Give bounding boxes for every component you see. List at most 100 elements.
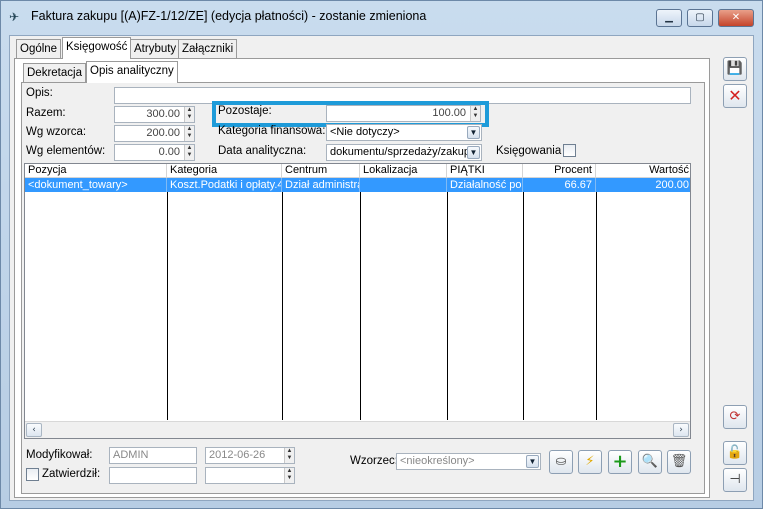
delete-button[interactable]: 🗑	[667, 450, 691, 474]
bucket-icon: ⛀	[555, 454, 567, 469]
chevron-down-icon[interactable]: ▼	[467, 126, 480, 139]
modyfikowal-user-field: ADMIN	[109, 447, 197, 464]
pozostaje-spin-arrows[interactable]: ▲ ▼	[470, 106, 480, 121]
close-window-button[interactable]: ✕	[718, 9, 754, 27]
scroll-left-icon[interactable]: ‹	[26, 423, 42, 437]
wg-elementow-spin-arrows[interactable]: ▲ ▼	[184, 145, 194, 160]
kategoria-select[interactable]: <Nie dotyczy> ▼	[326, 124, 482, 141]
search-button[interactable]: 🔍	[638, 450, 662, 474]
ksiegowosc-panel: Dekretacja Opis analityczny Opis: Razem:…	[14, 58, 710, 498]
analytics-table[interactable]: Pozycja Kategoria Centrum Lokalizacja PI…	[24, 163, 691, 439]
title-bar: ✈ Faktura zakupu [(A)FZ-1/12/ZE] (edycja…	[1, 1, 762, 33]
wzorzec-label: Wzorzec:	[350, 455, 398, 467]
zatwierdzil-date-spin[interactable]: ▲ ▼	[284, 468, 294, 483]
cell-procent: 66.67	[523, 178, 596, 192]
ksiegowania-checkbox[interactable]	[563, 144, 576, 157]
subtab-dekretacja[interactable]: Dekretacja	[23, 63, 86, 83]
generate-button[interactable]: ⛀	[549, 450, 573, 474]
tab-zalaczniki[interactable]: Załączniki	[178, 39, 238, 59]
razem-label: Razem:	[26, 107, 66, 119]
opis-analityczny-panel: Opis: Razem: 300.00 ▲ ▼ Wg wzorca: 200.00…	[21, 82, 705, 494]
col-header-kategoria[interactable]: Kategoria	[167, 164, 282, 178]
kategoria-label: Kategoria finansowa:	[218, 125, 326, 137]
cell-centrum: Dział administra	[282, 178, 360, 192]
cell-piatki: Działalność po	[447, 178, 523, 192]
tab-ogolne[interactable]: Ogólne	[16, 39, 62, 59]
modyfikowal-date-value: 2012-06-26	[209, 449, 266, 461]
tab-ksiegowosc[interactable]: Księgowość	[62, 37, 132, 59]
cell-lokalizacja	[360, 178, 447, 192]
zatwierdzil-checkbox[interactable]	[26, 468, 39, 481]
cell-wartosc: 200.00	[596, 178, 690, 192]
lock-icon: 🔓	[726, 445, 744, 460]
zatwierdzil-date-field: ▲ ▼	[205, 467, 295, 484]
data-analityczna-label: Data analityczna:	[218, 145, 307, 157]
data-analityczna-value: dokumentu/sprzedaży/zakup	[330, 146, 471, 158]
cell-pozycja: <dokument_towary>	[25, 178, 167, 192]
razem-field: 300.00 ▲ ▼	[114, 106, 195, 123]
save-icon: 💾	[726, 61, 744, 76]
client-area: Ogólne Księgowość Atrybuty Załączniki De…	[9, 35, 754, 501]
minimize-button[interactable]: ▁	[656, 9, 682, 27]
column-divider	[447, 192, 448, 420]
add-button[interactable]: +	[608, 450, 632, 474]
refresh-icon: ⟳	[729, 409, 741, 424]
trash-icon: 🗑	[670, 454, 688, 469]
app-icon: ✈	[9, 10, 20, 24]
col-header-procent[interactable]: Procent	[523, 164, 596, 178]
chevron-down-icon[interactable]: ▼	[467, 146, 480, 159]
wzorzec-value: <nieokreślony>	[400, 455, 475, 467]
razem-value: 300.00	[146, 108, 180, 120]
modyfikowal-date-spin[interactable]: ▲ ▼	[284, 448, 294, 463]
dialog-window: ✈ Faktura zakupu [(A)FZ-1/12/ZE] (edycja…	[0, 0, 763, 509]
unlock-button[interactable]: 🔓	[723, 441, 747, 465]
window-title: Faktura zakupu [(A)FZ-1/12/ZE] (edycja p…	[31, 9, 427, 23]
refresh-button[interactable]: ⟳	[723, 405, 747, 429]
wg-wzorca-field: 200.00 ▲ ▼	[114, 125, 195, 142]
wzorzec-select[interactable]: <nieokreślony> ▼	[396, 453, 541, 470]
cell-kategoria: Koszt.Podatki i opłaty.4	[167, 178, 282, 192]
horizontal-scrollbar[interactable]: ‹ ›	[25, 421, 690, 438]
execute-button[interactable]: ⚡	[578, 450, 602, 474]
wg-elementow-label: Wg elementów:	[26, 145, 106, 157]
kategoria-value: <Nie dotyczy>	[330, 126, 400, 138]
lightning-icon: ⚡	[585, 454, 595, 469]
chevron-down-icon[interactable]: ▼	[526, 455, 539, 468]
search-icon: 🔍	[641, 454, 659, 469]
col-header-pozycja[interactable]: Pozycja	[25, 164, 167, 178]
pozostaje-field: 100.00 ▲ ▼	[326, 105, 481, 122]
tab-atrybuty[interactable]: Atrybuty	[130, 39, 181, 59]
pozostaje-value: 100.00	[432, 107, 466, 119]
plus-icon: +	[612, 451, 628, 472]
modyfikowal-label: Modyfikował:	[26, 449, 93, 461]
pin-icon: ⊣	[729, 472, 741, 487]
pin-button[interactable]: ⊣	[723, 468, 747, 492]
scroll-right-icon[interactable]: ›	[673, 423, 689, 437]
column-divider	[360, 192, 361, 420]
column-divider	[282, 192, 283, 420]
column-divider	[167, 192, 168, 420]
column-divider	[523, 192, 524, 420]
cancel-button[interactable]: ✕	[723, 84, 747, 108]
col-header-piatki[interactable]: PIĄTKI	[447, 164, 523, 178]
save-button[interactable]: 💾	[723, 57, 747, 81]
subtab-opis-analityczny[interactable]: Opis analityczny	[86, 61, 178, 83]
col-header-wartosc[interactable]: Wartość	[596, 164, 690, 178]
zatwierdzil-user-field	[109, 467, 197, 484]
wg-wzorca-label: Wg wzorca:	[26, 126, 87, 138]
ksiegowania-label: Księgowania	[496, 145, 562, 157]
close-icon: ✕	[728, 86, 742, 105]
wg-wzorca-value: 200.00	[146, 127, 180, 139]
maximize-button[interactable]: ▢	[687, 9, 713, 27]
pozostaje-label: Pozostaje:	[218, 105, 272, 117]
razem-spin-arrows[interactable]: ▲ ▼	[184, 107, 194, 122]
col-header-centrum[interactable]: Centrum	[282, 164, 360, 178]
wg-wzorca-spin-arrows[interactable]: ▲ ▼	[184, 126, 194, 141]
zatwierdzil-label: Zatwierdził:	[42, 468, 101, 480]
wg-elementow-value: 0.00	[158, 146, 180, 158]
wg-elementow-field: 0.00 ▲ ▼	[114, 144, 195, 161]
opis-label: Opis:	[26, 87, 53, 99]
column-divider	[596, 192, 597, 420]
data-analityczna-select[interactable]: dokumentu/sprzedaży/zakup ▼	[326, 144, 482, 161]
col-header-lokalizacja[interactable]: Lokalizacja	[360, 164, 447, 178]
